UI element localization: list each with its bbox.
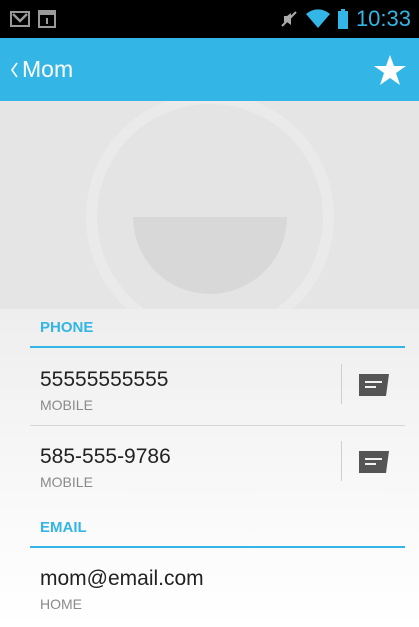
star-icon[interactable]	[373, 54, 407, 86]
system-icons: 10:33	[280, 6, 411, 32]
chevron-left-icon	[10, 62, 18, 78]
contact-name-title: Mom	[22, 56, 74, 82]
phone-type: MOBILE	[40, 397, 93, 413]
entry-divider	[341, 364, 342, 404]
phone-number: 55555555555	[40, 368, 169, 391]
email-address: mom@email.com	[40, 567, 204, 590]
wifi-icon	[305, 9, 330, 29]
status-bar: 10:33	[0, 0, 419, 38]
calendar-icon	[38, 10, 56, 28]
contact-details: PHONE 55555555555 MOBILE 585-555-9786 MO…	[0, 309, 419, 627]
status-time: 10:33	[355, 6, 411, 31]
email-entry[interactable]: mom@email.com HOME	[30, 549, 405, 625]
send-message-button[interactable]	[356, 368, 392, 402]
mute-icon	[280, 10, 298, 28]
email-section-header: EMAIL	[30, 509, 405, 548]
battery-icon	[337, 9, 348, 29]
phone-entry[interactable]: 585-555-9786 MOBILE	[30, 427, 405, 503]
email-section-label: EMAIL	[40, 519, 87, 536]
phone-type: MOBILE	[40, 474, 93, 490]
up-navigation-button[interactable]: Mom	[10, 56, 373, 83]
action-bar: Mom	[0, 38, 419, 101]
entry-divider	[341, 441, 342, 481]
phone-number: 585-555-9786	[40, 445, 171, 468]
phone-section-label: PHONE	[40, 319, 94, 336]
gmail-icon	[10, 11, 30, 27]
message-icon	[359, 451, 389, 473]
notification-icons	[10, 10, 280, 28]
contact-photo	[0, 101, 419, 309]
phone-section-header: PHONE	[30, 309, 405, 348]
email-type: HOME	[40, 596, 82, 612]
default-contact-avatar-icon	[0, 101, 419, 309]
send-message-button[interactable]	[356, 445, 392, 479]
message-icon	[359, 374, 389, 396]
phone-entry[interactable]: 55555555555 MOBILE	[30, 350, 405, 426]
